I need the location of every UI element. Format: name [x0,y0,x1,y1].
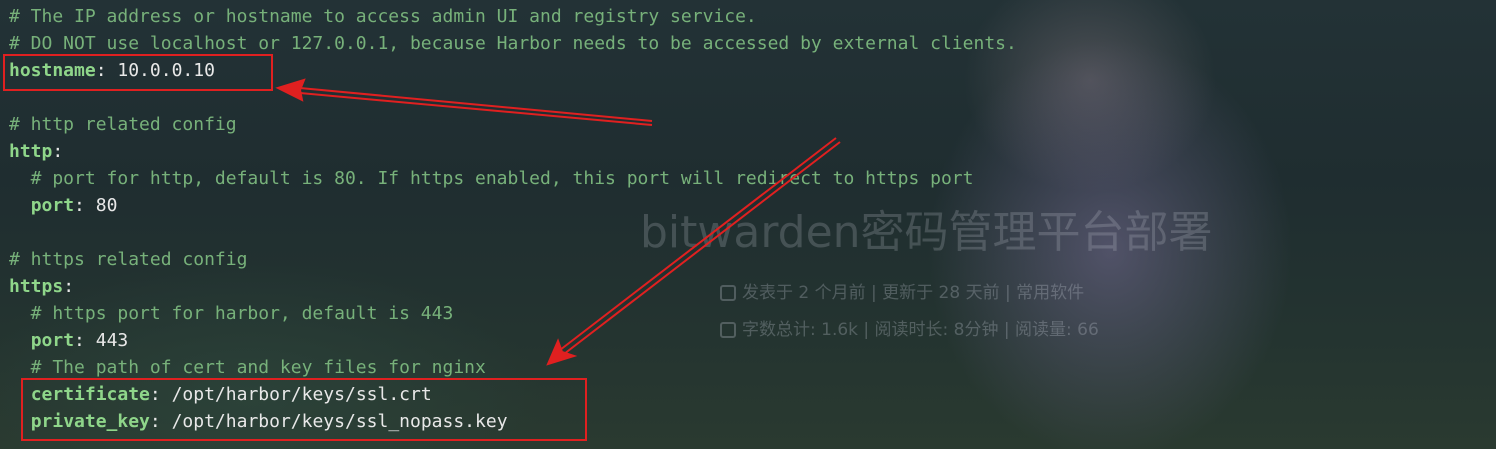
arrow-head-hostname-icon [275,78,306,102]
arrow-to-cert [559,137,841,355]
arrow-to-hostname [299,87,653,126]
annotation-arrows [275,78,841,366]
arrow-head-cert-icon [546,338,578,366]
